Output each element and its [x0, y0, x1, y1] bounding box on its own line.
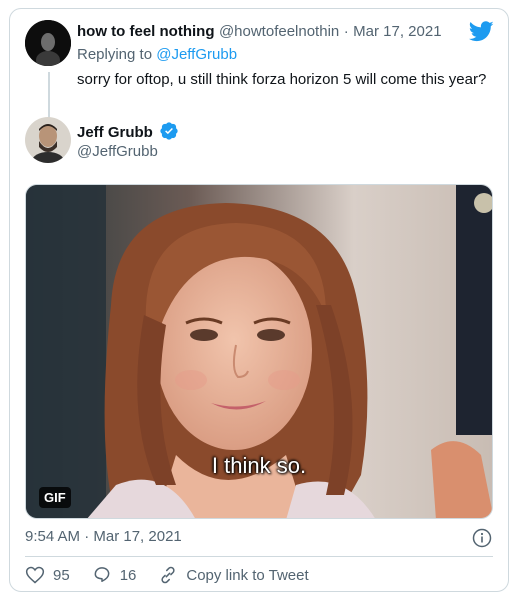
- reply-button[interactable]: 16: [92, 565, 137, 585]
- like-count: 95: [53, 566, 70, 584]
- gif-badge: GIF: [39, 487, 71, 508]
- reply-separator: ·: [343, 23, 349, 40]
- reply-handle[interactable]: @howtofeelnothin: [219, 23, 339, 40]
- tweet-timestamp[interactable]: 9:54 AM · Mar 17, 2021: [25, 528, 182, 545]
- replying-to-line: Replying to @JeffGrubb: [77, 46, 237, 63]
- gif-caption: I think so.: [211, 453, 307, 478]
- copy-link-button[interactable]: Copy link to Tweet: [158, 565, 309, 585]
- reply-display-name[interactable]: how to feel nothing: [77, 23, 214, 40]
- author-handle[interactable]: @JeffGrubb: [77, 143, 158, 160]
- reply-icon: [94, 567, 110, 582]
- replying-to-handle[interactable]: @JeffGrubb: [156, 46, 237, 63]
- action-bar: 95 16 Copy link to Tweet: [25, 565, 331, 585]
- copy-link-label: Copy link to Tweet: [186, 566, 309, 584]
- reply-text: sorry for oftop, u still think forza hor…: [77, 71, 487, 88]
- replying-to-label: Replying to: [77, 46, 153, 63]
- link-icon: [161, 566, 175, 584]
- reply-header: how to feel nothing @howtofeelnothin · M…: [77, 23, 442, 41]
- thread-connector-line: [48, 72, 50, 120]
- author-name-line: Jeff Grubb: [77, 122, 178, 142]
- author-avatar[interactable]: [25, 117, 71, 163]
- like-button[interactable]: 95: [25, 565, 70, 585]
- author-display-name[interactable]: Jeff Grubb: [77, 124, 153, 141]
- reply-date[interactable]: Mar 17, 2021: [353, 23, 441, 40]
- verified-badge-icon: [160, 122, 178, 140]
- heart-icon: [25, 566, 45, 584]
- reply-count: 16: [119, 566, 137, 584]
- info-icon[interactable]: [472, 528, 492, 548]
- embedded-tweet-card: how to feel nothing @howtofeelnothin · M…: [9, 8, 509, 592]
- gif-media[interactable]: I think so. GIF: [25, 184, 493, 519]
- reply-author-avatar[interactable]: [25, 20, 71, 66]
- actions-divider: [25, 556, 493, 557]
- twitter-bird-icon[interactable]: [469, 21, 494, 42]
